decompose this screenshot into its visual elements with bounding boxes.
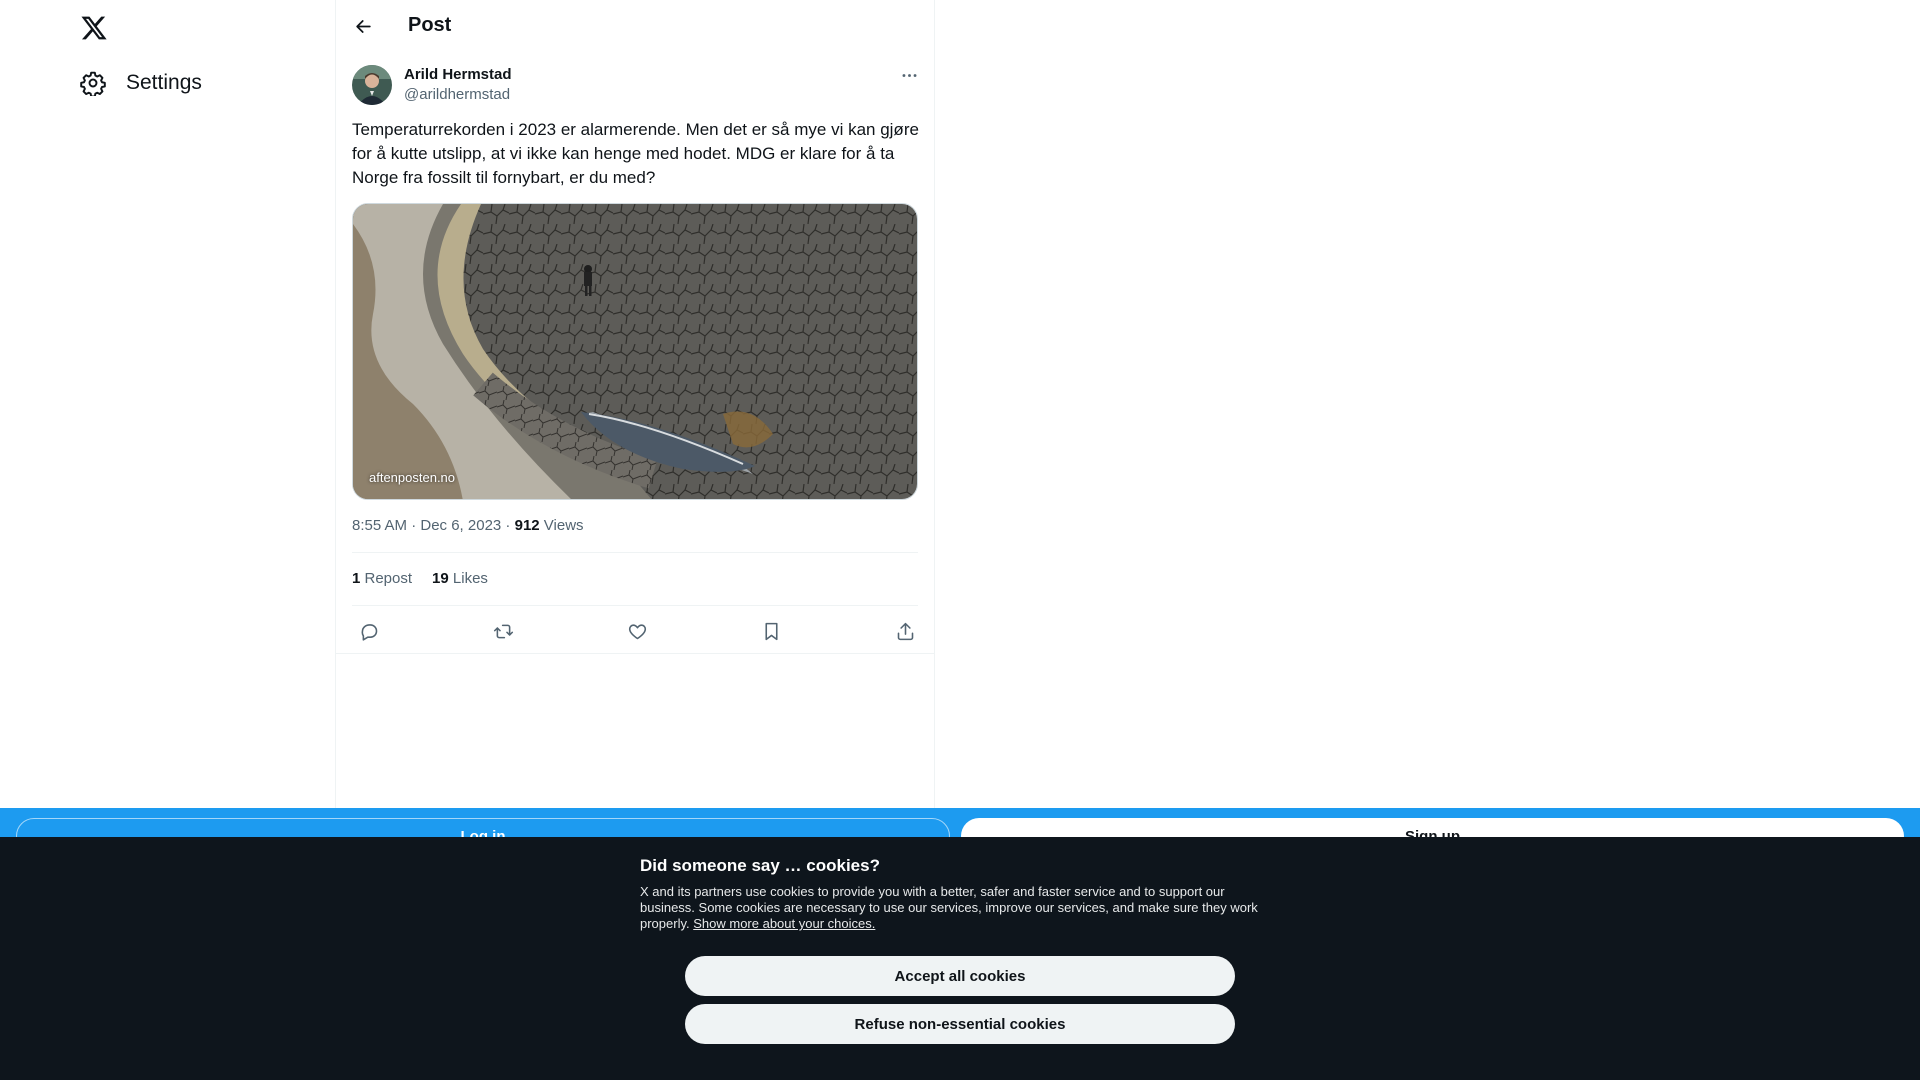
share-icon: [897, 622, 913, 640]
top-bar: Post: [336, 0, 934, 53]
divider: [352, 552, 918, 553]
arrow-left-icon: [355, 19, 371, 33]
likes-label: Likes: [448, 570, 488, 587]
accept-cookies-button[interactable]: Accept all cookies: [685, 956, 1235, 996]
repost-button[interactable]: [486, 614, 520, 648]
reply-button[interactable]: [352, 614, 386, 648]
timestamp-link[interactable]: 8:55 AM · Dec 6, 2023: [352, 517, 501, 534]
ellipsis-icon: [902, 73, 916, 77]
nav-settings-label: Settings: [126, 71, 202, 94]
meta-separator: ·: [501, 517, 515, 534]
post-text: Temperaturrekorden i 2023 er alarmerende…: [352, 120, 919, 187]
likes-count: 19: [432, 570, 449, 587]
views-count: 912: [514, 517, 540, 534]
cookie-title: Did someone say … cookies?: [640, 856, 880, 875]
views-label: Views: [539, 517, 584, 534]
card-domain: aftenposten.no: [369, 470, 456, 485]
nav-settings[interactable]: Settings: [68, 62, 214, 104]
likes-stat[interactable]: 19 Likes: [432, 570, 488, 587]
divider: [336, 653, 934, 654]
bookmark-button[interactable]: [754, 614, 788, 648]
like-button[interactable]: [620, 614, 654, 648]
divider: [352, 605, 918, 606]
share-button[interactable]: [888, 614, 922, 648]
author-handle[interactable]: @arildhermstad: [404, 86, 510, 103]
cookie-body: X and its partners use cookies to provid…: [640, 884, 1280, 932]
more-options-button[interactable]: [894, 62, 924, 88]
back-button[interactable]: [346, 9, 380, 43]
cookie-choices-link[interactable]: Show more about your choices.: [693, 916, 875, 931]
post-actions: [352, 614, 918, 646]
gear-icon: [80, 71, 106, 96]
bookmark-icon: [764, 622, 778, 640]
cookie-banner: Did someone say … cookies? X and its par…: [0, 837, 1920, 1080]
repost-icon: [493, 624, 513, 638]
like-icon: [628, 623, 646, 639]
repost-label: Repost: [360, 570, 413, 587]
post-meta: 8:55 AM · Dec 6, 2023 · 912 Views: [352, 517, 584, 534]
reposts-stat[interactable]: 1 Repost: [352, 570, 412, 587]
reply-icon: [361, 623, 377, 641]
page-title: Post: [408, 14, 452, 36]
post-stats: 1 Repost 19 Likes: [352, 570, 488, 587]
drought-lake-image: [353, 204, 917, 499]
link-card-image[interactable]: aftenposten.no: [352, 203, 918, 500]
avatar[interactable]: [352, 65, 392, 105]
x-logo-icon[interactable]: [80, 14, 108, 42]
refuse-cookies-button[interactable]: Refuse non-essential cookies: [685, 1004, 1235, 1044]
author-name[interactable]: Arild Hermstad: [404, 66, 512, 83]
